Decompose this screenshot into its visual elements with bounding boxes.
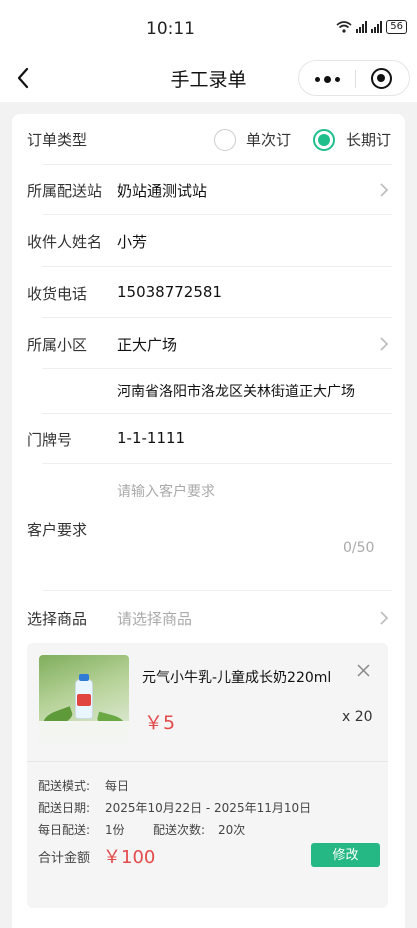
product-name: 元气小牛乳-儿童成长奶220ml [142, 670, 332, 686]
door-number-label: 门牌号 [27, 431, 73, 449]
radio-single-label[interactable]: 单次订 [246, 129, 291, 150]
recipient-input[interactable]: 小芳 [117, 231, 147, 252]
chevron-right-icon[interactable] [378, 335, 390, 353]
status-bar: 10:11 56 [0, 0, 417, 56]
daily-delivery-value: 1份 [105, 823, 125, 837]
battery-icon: 56 [386, 20, 407, 34]
phone-label: 收货电话 [27, 285, 88, 303]
product-quantity: x 20 [342, 709, 373, 725]
divider [42, 368, 392, 369]
chevron-right-icon[interactable] [378, 609, 390, 627]
delivery-count-label: 配送次数: [153, 823, 206, 837]
requirement-label: 客户要求 [27, 521, 88, 539]
radio-long-term-label[interactable]: 长期订 [346, 129, 391, 150]
delivery-date-value: 2025年10月22日 - 2025年11月10日 [105, 801, 312, 815]
mini-program-capsule [298, 60, 410, 96]
radio-single-order[interactable] [214, 129, 236, 151]
door-number-input[interactable]: 1-1-1111 [117, 429, 185, 447]
address-text: 河南省洛阳市洛龙区关林街道正大广场 [117, 384, 355, 400]
requirement-textarea[interactable]: 请输入客户要求 [117, 481, 215, 501]
total-amount-label: 合计金额 [38, 851, 91, 866]
total-amount-value: ￥100 [103, 847, 156, 868]
select-goods-label: 选择商品 [27, 610, 88, 628]
divider [42, 317, 392, 318]
status-time: 10:11 [146, 19, 195, 39]
radio-long-term-order[interactable] [313, 129, 335, 151]
daily-delivery-label: 每日配送: [38, 823, 91, 837]
community-value[interactable]: 正大广场 [117, 334, 177, 355]
select-goods-input[interactable]: 请选择商品 [117, 608, 192, 629]
recipient-label: 收件人姓名 [27, 233, 103, 251]
station-label: 所属配送站 [27, 182, 103, 200]
delivery-count-value: 20次 [218, 823, 246, 837]
delivery-mode-value: 每日 [105, 779, 130, 793]
signal-5g-icon [356, 21, 368, 33]
requirement-counter: 0/50 [343, 540, 375, 556]
chevron-right-icon[interactable] [378, 181, 390, 199]
phone-input[interactable]: 15038772581 [117, 283, 222, 301]
product-price: ￥5 [144, 712, 176, 734]
order-type-label: 订单类型 [27, 131, 88, 149]
product-card: 元气小牛乳-儿童成长奶220ml ￥5 x 20 配送模式: 每日 配送日期: … [27, 643, 388, 908]
product-image [39, 655, 129, 743]
station-value[interactable]: 奶站通测试站 [117, 180, 207, 201]
close-miniprogram-icon[interactable] [371, 68, 392, 89]
close-icon[interactable] [356, 663, 371, 678]
divider [42, 214, 392, 215]
community-label: 所属小区 [27, 336, 88, 354]
nav-bar: 手工录单 [0, 56, 417, 102]
delivery-date-label: 配送日期: [38, 801, 91, 815]
milk-bottle-icon [75, 674, 93, 719]
edit-button[interactable]: 修改 [311, 843, 380, 867]
wifi-icon [336, 21, 352, 33]
divider [42, 413, 392, 414]
divider [27, 761, 388, 762]
divider [42, 590, 392, 591]
divider [42, 463, 392, 464]
capsule-divider [355, 70, 356, 88]
signal-4g-icon [371, 21, 383, 33]
status-icons: 56 [336, 20, 407, 34]
divider [42, 266, 392, 267]
divider [42, 164, 392, 165]
more-icon[interactable] [315, 76, 340, 83]
delivery-mode-label: 配送模式: [38, 779, 91, 793]
